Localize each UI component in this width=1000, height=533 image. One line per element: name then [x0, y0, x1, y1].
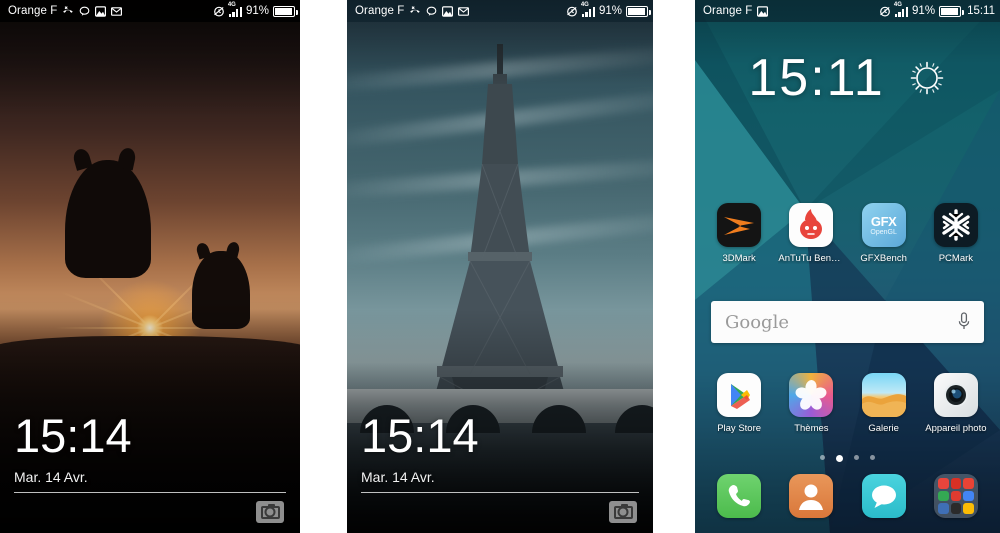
alarm-icon	[879, 5, 891, 17]
app-label: GFXBench	[860, 253, 907, 264]
homescreen-content: 15:11 3DMark AnTuTu Bench GFX OpenGL GFX…	[695, 0, 1000, 533]
app-label: Galerie	[868, 423, 899, 434]
network-type-label: 4G	[227, 1, 236, 8]
phone-screenshot-strip: Orange F 4G 91% 15:14 Mar. 14 Avr. Orang…	[0, 0, 1000, 533]
alarm-icon	[566, 5, 578, 17]
dock-app-contacts[interactable]	[780, 474, 842, 518]
app-row-2: Play Store Thèmes Galerie Appareil photo	[695, 373, 1000, 434]
status-bar: Orange F 4G 91%	[347, 0, 653, 22]
clock-weather-widget[interactable]: 15:11	[695, 52, 1000, 104]
google-search-label: Google	[725, 311, 789, 333]
page-dot-active[interactable]	[836, 455, 843, 462]
screen-lockscreen-eiffel: Orange F 4G 91% 15:14 Mar. 14 Avr.	[347, 0, 653, 533]
3dmark-icon	[717, 203, 762, 247]
screen-homescreen: Orange F 4G 91% 15:11 15:11 3DMark AnTuT…	[695, 0, 1000, 533]
app-camera[interactable]: Appareil photo	[925, 373, 987, 434]
app-label: Play Store	[717, 423, 762, 434]
battery-percent-label: 91%	[598, 5, 622, 17]
carrier-label: Orange F	[355, 5, 405, 17]
gfxbench-icon: GFX OpenGL	[861, 203, 906, 247]
contacts-icon	[789, 474, 834, 518]
missed-call-icon	[409, 5, 421, 17]
app-label: 3DMark	[722, 253, 756, 264]
mail-icon	[458, 6, 470, 17]
battery-percent-label: 91%	[912, 5, 936, 17]
app-label: AnTuTu Benchm..	[778, 253, 844, 264]
camera-shortcut-button[interactable]	[256, 501, 284, 523]
sun-icon	[907, 58, 947, 98]
divider	[361, 492, 639, 493]
signal-icon: 4G	[228, 2, 242, 17]
camera-shortcut-button[interactable]	[609, 501, 637, 523]
battery-percent-label: 91%	[245, 5, 269, 17]
themes-icon	[789, 373, 834, 417]
pcmark-icon	[933, 203, 978, 247]
signal-icon: 4G	[894, 2, 909, 17]
lockscreen-info: 15:14 Mar. 14 Avr.	[347, 412, 653, 533]
app-label: PCMark	[938, 253, 974, 264]
dock-app-folder[interactable]	[925, 474, 987, 518]
signal-icon: 4G	[581, 2, 595, 17]
camera-icon	[613, 503, 633, 519]
lockscreen-date: Mar. 14 Avr.	[14, 469, 88, 485]
dock-app-phone[interactable]	[708, 474, 770, 518]
page-dot[interactable]	[870, 455, 875, 460]
alarm-icon	[213, 5, 225, 17]
mail-icon	[111, 6, 123, 17]
phone-icon	[717, 474, 762, 518]
carrier-label: Orange F	[8, 5, 58, 17]
chat-bubble-icon	[79, 6, 90, 17]
battery-icon	[626, 5, 651, 17]
app-gfxbench[interactable]: GFX OpenGL GFXBench	[853, 203, 915, 264]
widget-clock: 15:11	[748, 49, 885, 107]
messages-icon	[861, 474, 906, 518]
carrier-label: Orange F	[703, 5, 753, 17]
lockscreen-clock: 15:14	[361, 409, 479, 462]
app-pcmark[interactable]: PCMark	[925, 203, 987, 264]
page-dot[interactable]	[854, 455, 859, 460]
app-label: Appareil photo	[925, 423, 987, 434]
antutu-icon	[789, 203, 834, 247]
app-label: Thèmes	[794, 423, 829, 434]
status-bar: Orange F 4G 91%	[0, 0, 300, 22]
screen-lockscreen-cats: Orange F 4G 91% 15:14 Mar. 14 Avr.	[0, 0, 300, 533]
app-themes[interactable]: Thèmes	[780, 373, 842, 434]
divider	[14, 492, 286, 493]
image-icon	[757, 5, 769, 17]
gutter	[300, 0, 347, 533]
camera-icon	[260, 503, 280, 519]
app-row-1: 3DMark AnTuTu Benchm..	[695, 203, 1000, 264]
dock	[695, 474, 1000, 518]
page-dot[interactable]	[820, 455, 825, 460]
network-type-label: 4G	[893, 1, 902, 8]
statusbar-clock: 15:11	[967, 5, 995, 17]
dock-app-messages[interactable]	[853, 474, 915, 518]
status-bar: Orange F 4G 91% 15:11	[695, 0, 1000, 22]
lockscreen-date: Mar. 14 Avr.	[361, 469, 435, 485]
app-gallery[interactable]: Galerie	[853, 373, 915, 434]
battery-icon	[273, 5, 298, 17]
gutter	[653, 0, 695, 533]
chat-bubble-icon	[426, 6, 437, 17]
lockscreen-clock: 15:14	[14, 409, 132, 462]
gallery-icon	[861, 373, 906, 417]
network-type-label: 4G	[580, 1, 589, 8]
image-icon	[95, 5, 107, 17]
camera-app-icon	[933, 373, 978, 417]
app-3dmark[interactable]: 3DMark	[708, 203, 770, 264]
app-folder-icon	[933, 474, 978, 518]
page-indicator	[695, 455, 1000, 462]
image-icon	[442, 5, 454, 17]
missed-call-icon	[62, 5, 74, 17]
lockscreen-info: 15:14 Mar. 14 Avr.	[0, 412, 300, 533]
google-search-bar[interactable]: Google	[711, 301, 984, 343]
battery-icon	[939, 5, 964, 17]
app-antutu[interactable]: AnTuTu Benchm..	[778, 203, 844, 264]
play-store-icon	[717, 373, 762, 417]
microphone-icon[interactable]	[958, 312, 970, 332]
app-play-store[interactable]: Play Store	[708, 373, 770, 434]
